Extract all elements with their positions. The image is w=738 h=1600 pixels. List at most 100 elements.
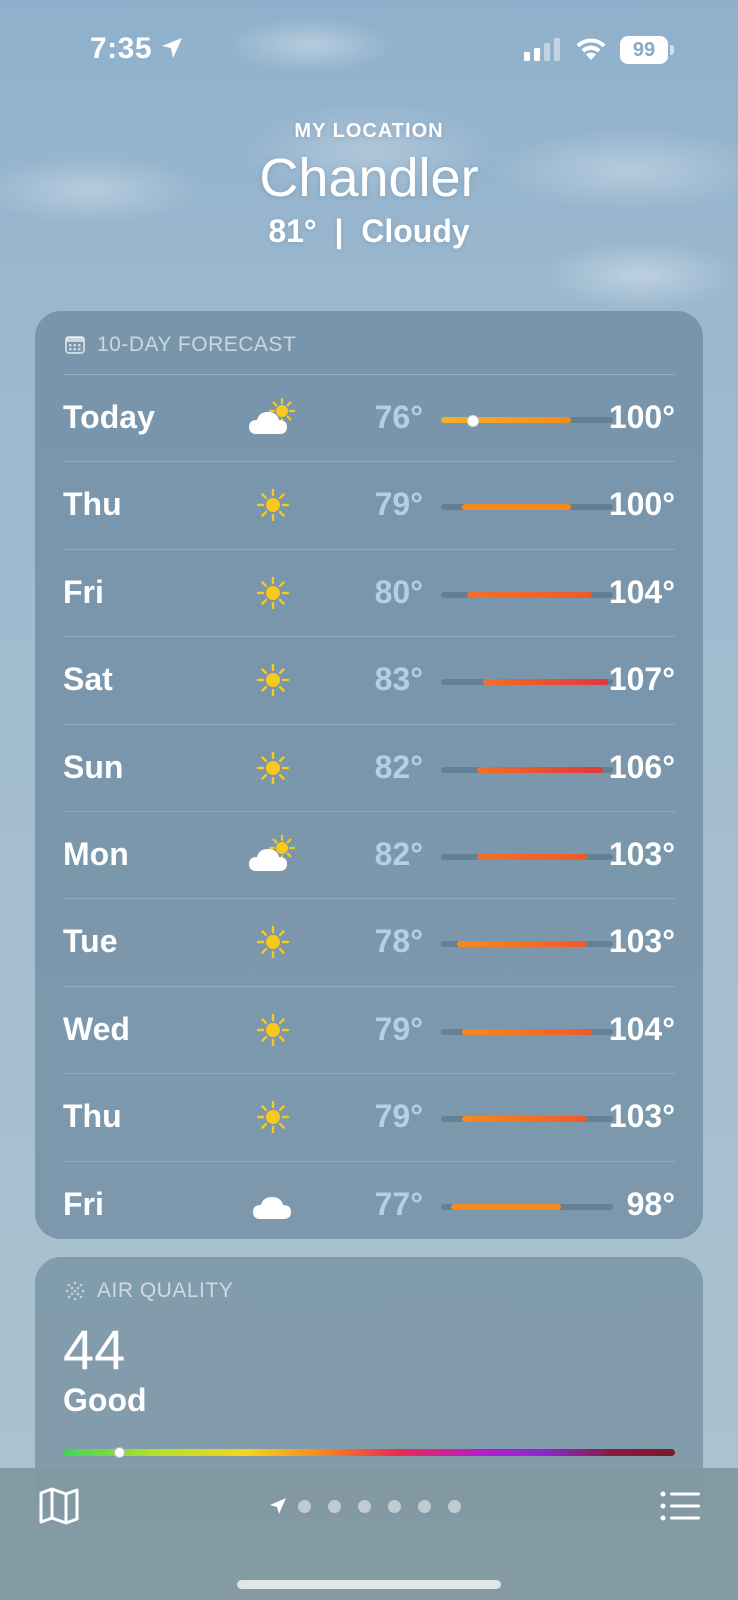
forecast-day: Thu: [63, 1098, 122, 1135]
air-quality-marker: [114, 1447, 126, 1458]
forecast-high: 103°: [608, 923, 675, 960]
sun-icon: [248, 1009, 298, 1051]
sun-icon: [248, 747, 298, 789]
forecast-row[interactable]: Tue 78° 103°: [63, 899, 675, 987]
temperature-range-bar: [441, 1203, 613, 1210]
page-dot[interactable]: [418, 1499, 431, 1513]
page-dot[interactable]: [328, 1499, 341, 1513]
forecast-day: Fri: [63, 573, 104, 610]
forecast-low: 80°: [374, 573, 423, 610]
air-quality-index: 44: [63, 1318, 126, 1381]
temperature-range-bar: [441, 504, 613, 511]
sun-icon: [248, 572, 298, 614]
cloud-icon: [248, 1184, 298, 1226]
calendar-icon: [65, 336, 85, 354]
forecast-high: 98°: [626, 1185, 675, 1222]
temperature-range-fill: [456, 941, 587, 948]
temperature-range-bar: [441, 1028, 613, 1035]
forecast-day: Sat: [63, 661, 113, 698]
temperature-range-fill: [477, 853, 587, 860]
forecast-low: 82°: [374, 748, 423, 785]
location-arrow-icon: [162, 38, 182, 58]
forecast-low: 78°: [374, 923, 423, 960]
page-dot[interactable]: [298, 1499, 311, 1513]
forecast-day: Fri: [63, 1185, 104, 1222]
list-icon[interactable]: [660, 1490, 700, 1522]
forecast-row[interactable]: Mon 82° 103°: [63, 812, 675, 900]
air-quality-icon: [65, 1281, 85, 1301]
temperature-range-bar: [441, 415, 613, 427]
forecast-row[interactable]: Thu 79° 100°: [63, 462, 675, 550]
location-arrow-icon: [270, 1498, 286, 1514]
battery-icon: 99: [620, 36, 676, 64]
temperature-range-bar: [441, 679, 613, 686]
forecast-day: Today: [63, 399, 155, 435]
current-temp-marker: [467, 415, 480, 427]
wifi-icon: [576, 38, 606, 60]
home-indicator: [237, 1580, 501, 1589]
forecast-row[interactable]: Fri 80° 104°: [63, 550, 675, 638]
forecast-high: 107°: [608, 661, 675, 698]
forecast-low: 79°: [374, 486, 423, 523]
partly-cloudy-icon: [248, 834, 298, 876]
sun-icon: [248, 484, 298, 526]
temperature-range-fill: [441, 417, 572, 423]
temperature-range-fill: [477, 766, 603, 773]
forecast-row[interactable]: Wed 79° 104°: [63, 987, 675, 1075]
temperature-range-fill: [461, 1028, 593, 1035]
temperature-range-fill: [461, 1116, 587, 1123]
bottom-toolbar: [0, 1468, 738, 1600]
partly-cloudy-icon: [248, 397, 298, 439]
sun-icon: [248, 659, 298, 701]
temperature-range-bar: [441, 853, 613, 860]
forecast-high: 100°: [608, 486, 675, 523]
forecast-high: 104°: [608, 1010, 675, 1047]
temperature-range-fill: [451, 1203, 561, 1210]
cellular-signal-icon: [524, 38, 560, 61]
current-conditions: 81° | Cloudy: [268, 213, 470, 249]
forecast-low: 77°: [374, 1185, 423, 1222]
forecast-high: 103°: [608, 1098, 675, 1135]
forecast-low: 79°: [374, 1010, 423, 1047]
temperature-range-bar: [441, 941, 613, 948]
air-quality-label: Good: [63, 1382, 147, 1418]
forecast-title: 10-DAY FORECAST: [97, 333, 297, 356]
forecast-high: 104°: [608, 573, 675, 610]
sun-icon: [248, 1096, 298, 1138]
air-quality-scale: [63, 1447, 675, 1458]
forecast-row[interactable]: Fri 77° 98°: [63, 1162, 675, 1248]
page-indicator[interactable]: [268, 1496, 478, 1516]
forecast-row[interactable]: Today 76° 100°: [63, 375, 675, 463]
temperature-range-bar: [441, 591, 613, 598]
forecast-row[interactable]: Thu 79° 103°: [63, 1074, 675, 1162]
page-dot[interactable]: [358, 1499, 371, 1513]
forecast-high: 100°: [608, 399, 675, 435]
forecast-high: 106°: [608, 748, 675, 785]
page-dot[interactable]: [448, 1499, 461, 1513]
forecast-low: 76°: [374, 399, 423, 435]
forecast-low: 79°: [374, 1098, 423, 1135]
forecast-row[interactable]: Sat 83° 107°: [63, 637, 675, 725]
temperature-range-fill: [467, 591, 593, 598]
status-time: 7:35: [90, 32, 153, 65]
forecast-rows: Today 76° 100° Thu 79° 100° Fri 80° 104° Sat 83° 10…: [35, 375, 703, 1248]
forecast-row[interactable]: Sun 82° 106°: [63, 725, 675, 812]
battery-level: 99: [620, 36, 668, 64]
forecast-day: Sun: [63, 748, 124, 785]
ten-day-forecast-card[interactable]: 10-DAY FORECAST Today 76° 100° Thu 79° 100° Fr…: [35, 311, 703, 1239]
forecast-high: 103°: [608, 835, 675, 872]
temperature-range-fill: [461, 504, 572, 511]
temperature-range-bar: [441, 1116, 613, 1123]
map-icon[interactable]: [38, 1486, 80, 1526]
location-label: MY LOCATION: [294, 120, 444, 142]
page-dot[interactable]: [388, 1499, 401, 1513]
location-header: MY LOCATION Chandler 81° | Cloudy: [0, 120, 738, 250]
status-bar: 7:35 99: [0, 0, 738, 100]
sun-icon: [248, 921, 298, 963]
city-name: Chandler: [259, 148, 479, 208]
forecast-day: Tue: [63, 923, 118, 960]
forecast-header: 10-DAY FORECAST: [65, 333, 296, 357]
forecast-day: Mon: [63, 835, 129, 872]
forecast-low: 83°: [374, 661, 423, 698]
temperature-range-bar: [441, 766, 613, 773]
